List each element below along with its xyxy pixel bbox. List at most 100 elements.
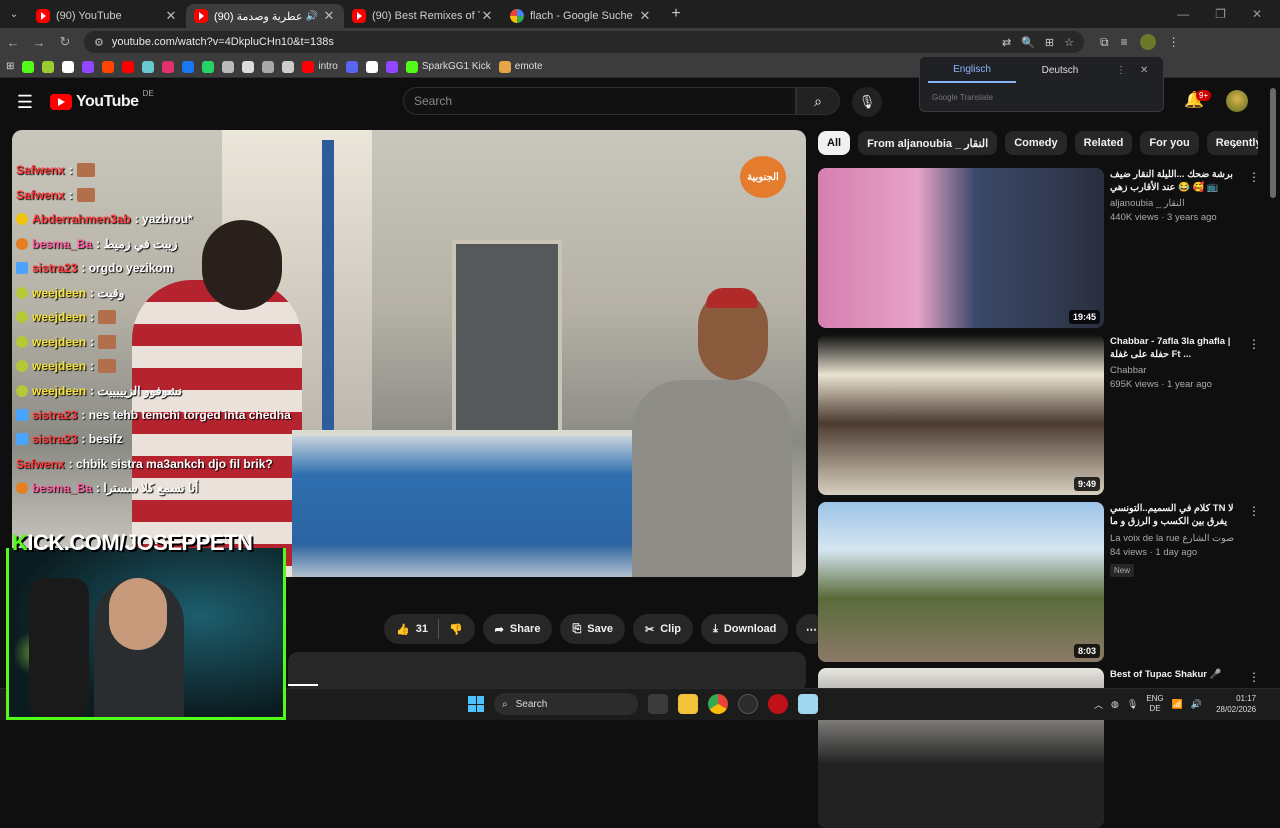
video-more-icon[interactable]: ⋮ (1248, 337, 1260, 351)
page-scrollbar[interactable] (1270, 88, 1276, 198)
bookmark-item[interactable] (182, 60, 195, 73)
profile-avatar[interactable] (1139, 34, 1156, 50)
install-app-icon[interactable]: ⊞ (1045, 36, 1054, 49)
video-channel[interactable]: La voix de la rue صوت الشارع (1110, 533, 1242, 544)
bookmark-item[interactable] (282, 60, 295, 73)
bookmark-item[interactable] (82, 60, 95, 73)
new-tab-icon[interactable]: + (664, 5, 688, 23)
video-thumbnail[interactable]: 19:45 (818, 168, 1104, 328)
bookmark-item[interactable] (262, 60, 275, 73)
extensions-icon[interactable]: ⧉ (1100, 35, 1109, 50)
bookmark-item[interactable] (222, 60, 235, 73)
video-thumbnail[interactable]: 8:03 (818, 502, 1104, 662)
bookmark-item[interactable] (22, 60, 35, 73)
translate-target-language-tab[interactable]: Deutsch (1016, 59, 1104, 82)
forward-arrow-icon[interactable]: → (26, 35, 52, 50)
file-explorer-icon[interactable] (678, 694, 698, 714)
bookmark-item[interactable]: intro (302, 60, 338, 73)
bookmark-item[interactable] (162, 60, 175, 73)
youtube-logo[interactable]: YouTube DE (50, 89, 154, 111)
apps-grid-icon[interactable]: ⊞ (6, 61, 14, 72)
hamburger-menu-icon[interactable]: ☰ (0, 92, 50, 113)
bookmark-item[interactable] (42, 60, 55, 73)
chip-filter[interactable]: For you (1140, 131, 1199, 155)
tray-mic-icon[interactable]: 🎙 (1127, 699, 1138, 710)
save-button[interactable]: ⎘ Save (560, 614, 625, 644)
share-button[interactable]: ➦ Share (482, 614, 553, 644)
reload-icon[interactable]: ↻ (52, 34, 78, 50)
task-view-icon[interactable] (648, 694, 668, 714)
tab-remixes[interactable]: (90) Best Remixes of The Notori ✕ (344, 4, 502, 28)
translate-close-icon[interactable]: ✕ (1140, 65, 1148, 76)
video-channel[interactable]: Chabbar (1110, 365, 1242, 376)
maximize-icon[interactable]: ❐ (1215, 7, 1226, 21)
search-input[interactable]: Search (403, 87, 796, 115)
chips-next-chevron-icon[interactable]: › (1232, 136, 1237, 152)
translate-source-language-tab[interactable]: Englisch (928, 58, 1016, 83)
chip-filter[interactable]: From aljanoubia _ النقار (858, 131, 998, 155)
translate-options-icon[interactable]: ⋮ (1116, 65, 1126, 76)
browser-menu-icon[interactable]: ⋮ (1168, 35, 1180, 49)
windows-start-icon[interactable] (468, 696, 484, 712)
microphone-icon[interactable]: 🎙 (852, 87, 882, 117)
account-avatar[interactable] (1226, 90, 1248, 112)
video-more-icon[interactable]: ⋮ (1248, 670, 1260, 684)
bookmark-item[interactable] (365, 60, 378, 73)
recommended-video[interactable]: 8:03 كلام في السميم..التونسي TN لا يفرق ب… (818, 502, 1260, 662)
close-tab-icon[interactable]: ✕ (164, 8, 178, 24)
chip-filter[interactable]: Comedy (1005, 131, 1067, 155)
video-title[interactable]: كلام في السميم..التونسي TN لا يفرق بين ا… (1110, 502, 1242, 529)
bookmark-item[interactable] (385, 60, 398, 73)
description-box[interactable] (288, 652, 806, 692)
bookmark-item[interactable] (242, 60, 255, 73)
bookmark-item[interactable] (122, 60, 135, 73)
input-language[interactable]: ENG DE (1146, 694, 1163, 714)
bookmark-item[interactable]: SparkGG1 Kick (405, 60, 491, 73)
chip-filter[interactable]: Related (1074, 131, 1133, 155)
thumbs-down-icon[interactable]: 👎 (449, 623, 463, 636)
close-window-icon[interactable]: ✕ (1252, 7, 1262, 21)
url-field[interactable]: ⚙ youtube.com/watch?v=4DkpluCHn10&t=138s… (84, 31, 1084, 53)
zoom-icon[interactable]: 🔍 (1021, 36, 1035, 49)
notepad-icon[interactable] (798, 694, 818, 714)
chrome-icon[interactable] (708, 694, 728, 714)
close-tab-icon[interactable]: ✕ (638, 8, 652, 24)
video-title[interactable]: Chabbar - 7afla 3la ghafla | حفلة على غف… (1110, 335, 1242, 361)
download-button[interactable]: ⤓ Download (700, 614, 789, 644)
video-player[interactable]: الجنوبية Safwenx : Safwenx : Abderrahmen3a… (12, 130, 806, 577)
tray-network-app-icon[interactable]: ◍ (1111, 699, 1119, 710)
wifi-icon[interactable]: 📶 (1172, 699, 1183, 710)
bookmark-item[interactable]: emote (498, 60, 543, 73)
bookmark-item[interactable] (142, 60, 155, 73)
bookmark-item[interactable] (202, 60, 215, 73)
tab-google-search[interactable]: flach - Google Suche ✕ (502, 4, 660, 28)
volume-icon[interactable]: 🔊 (1191, 699, 1202, 710)
clip-button[interactable]: ✂ Clip (632, 614, 693, 644)
video-title[interactable]: Best of Tupac Shakur 🎤 (1110, 668, 1242, 681)
bookmark-item[interactable] (62, 60, 75, 73)
translate-icon[interactable]: ⇄ (1002, 36, 1011, 49)
taskbar-search[interactable]: ⌕ Search (494, 693, 638, 715)
video-more-icon[interactable]: ⋮ (1248, 170, 1260, 184)
like-dislike-button[interactable]: 👍 31 👎 (384, 614, 475, 644)
thumbs-up-icon[interactable]: 👍 (396, 623, 410, 636)
minimize-icon[interactable]: — (1177, 7, 1189, 21)
bookmark-item[interactable] (102, 60, 115, 73)
video-more-icon[interactable]: ⋮ (1248, 504, 1260, 518)
clock[interactable]: 01:17 28/02/2026 (1216, 693, 1256, 715)
video-title[interactable]: برشة ضحك ...الليلة النقار ضيف عند الأقار… (1110, 168, 1242, 194)
tab-current-video[interactable]: (90) النقار حل عطرية وصدمة 🔊 ✕ (186, 4, 344, 28)
reading-list-icon[interactable]: ≡ (1121, 35, 1128, 49)
search-icon[interactable]: ⌕ (796, 87, 840, 115)
close-tab-icon[interactable]: ✕ (322, 8, 336, 24)
obs-icon[interactable] (738, 694, 758, 714)
back-arrow-icon[interactable]: ← (0, 35, 26, 50)
bookmark-star-icon[interactable]: ☆ (1064, 36, 1074, 49)
chip-filter[interactable]: All (818, 131, 851, 155)
video-thumbnail[interactable]: 9:49 (818, 335, 1104, 495)
tray-chevron-icon[interactable]: ︿ (1094, 698, 1103, 711)
close-tab-icon[interactable]: ✕ (480, 8, 494, 24)
bookmark-item[interactable] (345, 60, 358, 73)
app-red-icon[interactable] (768, 694, 788, 714)
tab-search-chevron-icon[interactable]: ⌄ (0, 0, 28, 28)
